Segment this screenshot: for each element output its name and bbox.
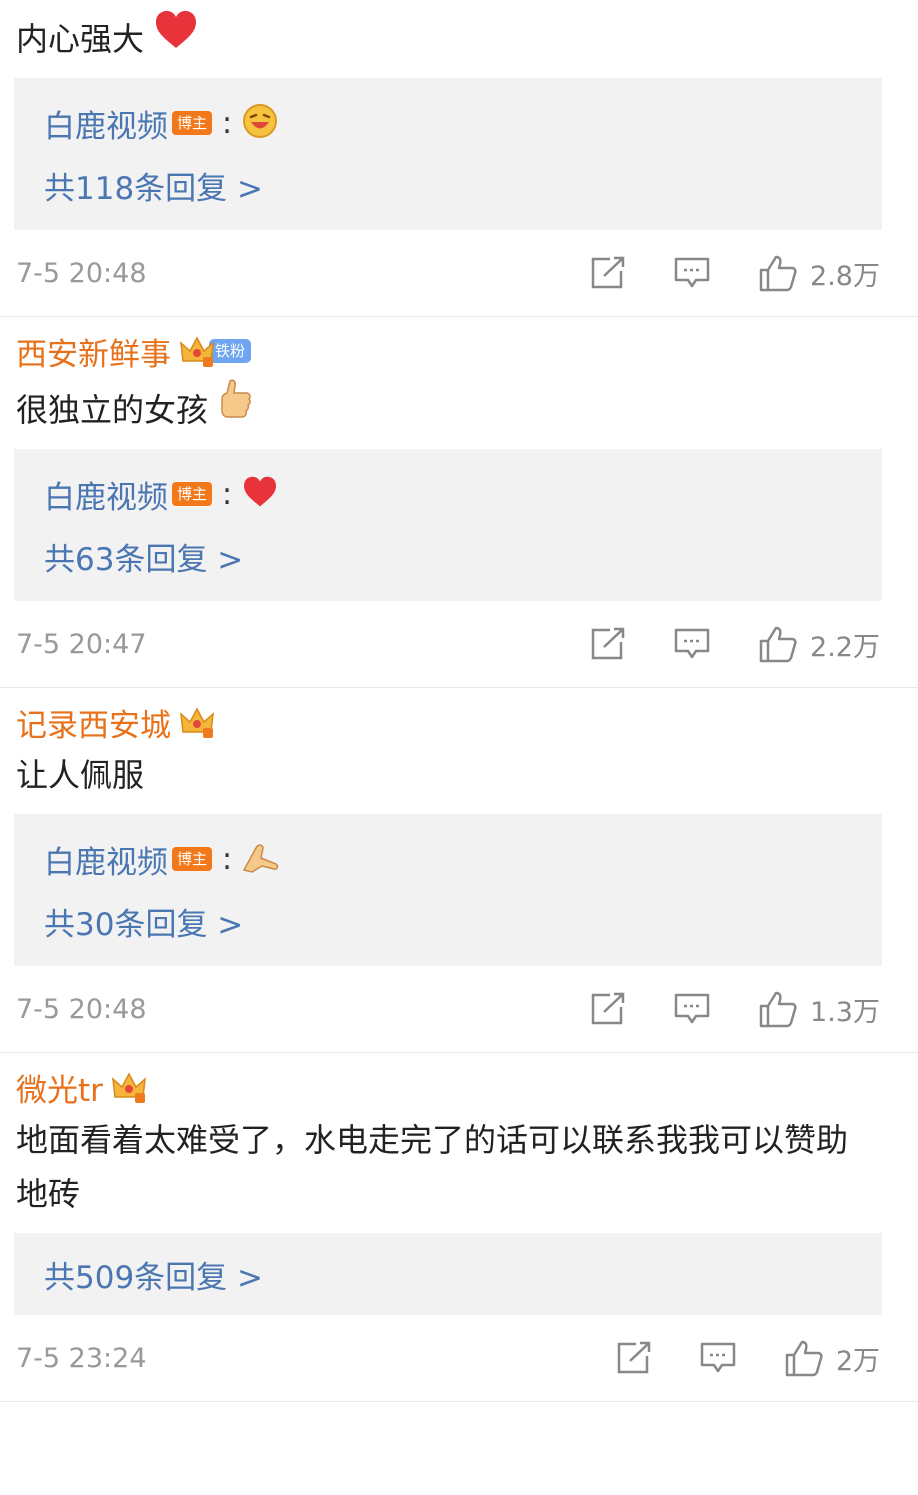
username[interactable]: 微光tr: [16, 1065, 103, 1110]
share-icon[interactable]: [590, 992, 626, 1026]
comment-time: 7-5 20:47: [16, 628, 147, 660]
reply-author[interactable]: 白鹿视频: [44, 101, 168, 146]
like-icon: [759, 626, 797, 663]
crown-icon: [179, 704, 215, 740]
like-count: 2.8万: [810, 260, 880, 292]
comment-item: 微光tr 地面看着太难受了，水电走完了的话可以联系我我可以赞助地砖 共509条回…: [0, 1053, 918, 1402]
like-button[interactable]: 1.3万: [758, 990, 918, 1029]
comment-meta: 7-5 20:47 2.2万: [0, 601, 918, 687]
reply-preview[interactable]: 白鹿视频 博主 : 共118条回复 >: [14, 78, 882, 230]
blogger-badge: 博主: [172, 482, 213, 506]
like-count: 1.3万: [810, 996, 880, 1028]
heart-emoji: [154, 10, 198, 66]
reply-total-row[interactable]: 共63条回复 >: [44, 525, 882, 587]
comment-time: 7-5 20:48: [16, 257, 147, 289]
comment-text: 很独立的女孩: [16, 391, 209, 429]
like-button[interactable]: 2.8万: [758, 254, 918, 293]
username[interactable]: 记录西安城: [16, 700, 171, 745]
reply-author[interactable]: 白鹿视频: [44, 472, 168, 517]
comment-text-row: 让人佩服: [0, 748, 918, 802]
share-icon[interactable]: [590, 627, 626, 661]
comment-text: 地面看着太难受了，水电走完了的话可以联系我我可以赞助地砖: [16, 1121, 849, 1213]
reply-total-link[interactable]: 共63条回复 >: [44, 534, 243, 579]
colon-separator: :: [222, 841, 233, 877]
reply-author-row: 白鹿视频 博主 :: [44, 463, 882, 525]
reply-total-link[interactable]: 共118条回复 >: [44, 163, 263, 208]
thumbs-up-emoji: [218, 377, 254, 437]
comment-time: 7-5 20:48: [16, 993, 147, 1025]
comment-meta: 7-5 20:48 1.3万: [0, 966, 918, 1052]
heart-emoji: [242, 476, 278, 512]
share-icon[interactable]: [590, 256, 626, 290]
comment-feed: 内心强大 白鹿视频 博主 : 共118条回复 > 7-5 20:48 2.8万 …: [0, 0, 918, 1402]
reply-total-row[interactable]: 共509条回复 >: [44, 1243, 882, 1305]
reply-author-row: 白鹿视频 博主 :: [44, 92, 882, 154]
colon-separator: :: [222, 476, 233, 512]
like-count: 2万: [835, 1345, 880, 1377]
reply-author[interactable]: 白鹿视频: [44, 837, 168, 882]
blogger-badge: 博主: [172, 111, 213, 135]
comment-time: 7-5 23:24: [16, 1342, 147, 1374]
fan-badge: 铁粉: [209, 339, 252, 363]
comment-text-row: 地面看着太难受了，水电走完了的话可以联系我我可以赞助地砖: [0, 1113, 918, 1221]
comment-item: 西安新鲜事 铁粉 很独立的女孩 白鹿视频 博主 : 共63条回复 > 7-5 2…: [0, 317, 918, 688]
comment-text-row: 内心强大: [0, 0, 918, 66]
comment-item: 记录西安城 让人佩服 白鹿视频 博主 : 共30条回复 > 7-5 20:48: [0, 688, 918, 1053]
reply-total-row[interactable]: 共118条回复 >: [44, 154, 882, 216]
username[interactable]: 西安新鲜事: [16, 329, 171, 374]
like-icon: [785, 1340, 823, 1377]
reply-preview[interactable]: 白鹿视频 博主 : 共30条回复 >: [14, 814, 882, 966]
comment-icon[interactable]: [674, 256, 710, 290]
reply-author-row: 白鹿视频 博主 :: [44, 828, 882, 890]
like-button[interactable]: 2万: [784, 1339, 918, 1378]
reply-preview[interactable]: 白鹿视频 博主 : 共63条回复 >: [14, 449, 882, 601]
crown-icon: [179, 333, 215, 369]
pray-emoji: [242, 840, 280, 878]
like-icon: [759, 255, 797, 292]
comment-item: 内心强大 白鹿视频 博主 : 共118条回复 > 7-5 20:48 2.8万: [0, 0, 918, 317]
blogger-badge: 博主: [172, 847, 213, 871]
like-button[interactable]: 2.2万: [758, 625, 918, 664]
reply-total-row[interactable]: 共30条回复 >: [44, 890, 882, 952]
like-count: 2.2万: [810, 631, 880, 663]
comment-icon[interactable]: [700, 1341, 736, 1375]
like-icon: [759, 991, 797, 1028]
comment-meta: 7-5 20:48 2.8万: [0, 230, 918, 316]
reply-total-link[interactable]: 共509条回复 >: [44, 1252, 263, 1297]
comment-text: 内心强大: [16, 20, 145, 58]
comment-meta: 7-5 23:24 2万: [0, 1315, 918, 1401]
colon-separator: :: [222, 105, 233, 141]
crown-icon: [111, 1069, 147, 1105]
laugh-emoji: [242, 103, 278, 143]
user-row: 微光tr: [0, 1053, 918, 1113]
comment-icon[interactable]: [674, 627, 710, 661]
user-row: 记录西安城: [0, 688, 918, 748]
comment-icon[interactable]: [674, 992, 710, 1026]
share-icon[interactable]: [616, 1341, 652, 1375]
reply-total-link[interactable]: 共30条回复 >: [44, 899, 243, 944]
comment-text: 让人佩服: [16, 756, 145, 794]
comment-text-row: 很独立的女孩: [0, 377, 918, 437]
reply-preview[interactable]: 共509条回复 >: [14, 1233, 882, 1315]
user-row: 西安新鲜事 铁粉: [0, 317, 918, 377]
